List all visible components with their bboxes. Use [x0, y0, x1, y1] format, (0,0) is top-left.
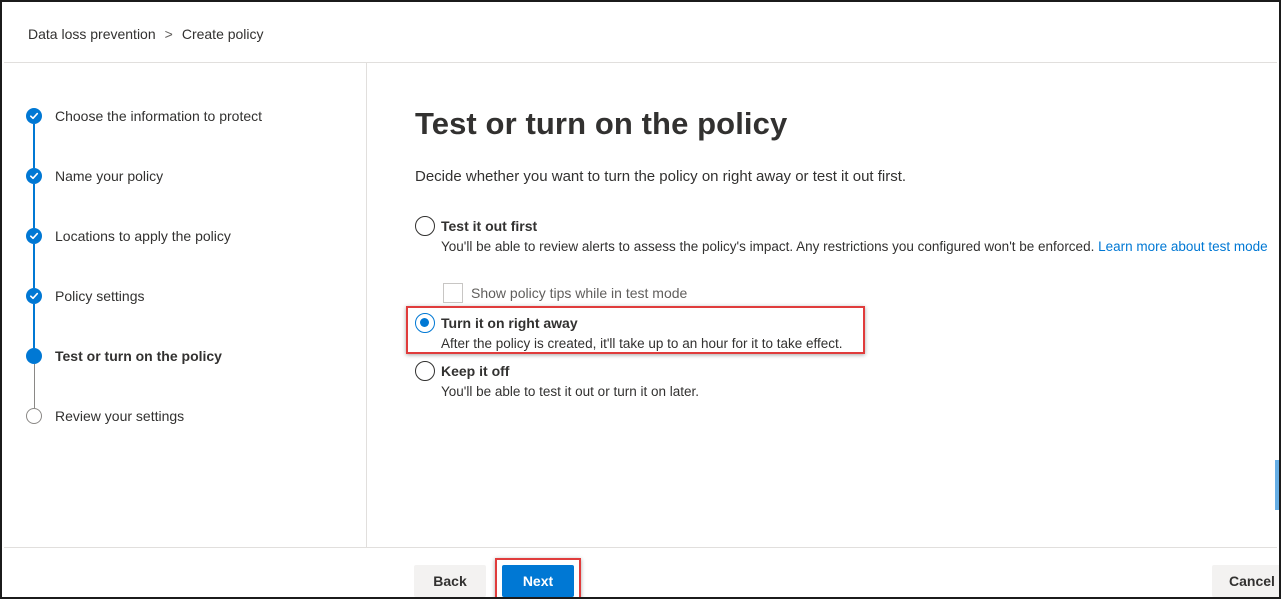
step-connector	[33, 304, 35, 348]
step-policy-settings[interactable]: Policy settings	[26, 286, 144, 306]
option-title: Keep it off	[441, 363, 510, 379]
step-label: Choose the information to protect	[55, 108, 263, 124]
step-label: Policy settings	[55, 288, 145, 304]
radio-keep-it-off[interactable]	[415, 361, 435, 381]
cancel-button[interactable]: Cancel	[1212, 565, 1279, 597]
step-connector	[33, 124, 35, 168]
empty-circle-icon	[26, 408, 42, 424]
sidebar-divider	[366, 63, 367, 547]
header-divider	[4, 62, 1277, 63]
step-connector	[33, 364, 35, 408]
step-locations[interactable]: Locations to apply the policy	[26, 226, 231, 246]
breadcrumb: Data loss prevention > Create policy	[28, 24, 264, 44]
create-policy-window: Data loss prevention > Create policy Cho…	[0, 0, 1281, 599]
radio-turn-on-right-away[interactable]	[415, 313, 435, 333]
learn-more-test-mode-link[interactable]: Learn more about test mode	[1098, 239, 1268, 254]
radio-test-it-out-first[interactable]	[415, 216, 435, 236]
chevron-right-icon: >	[164, 26, 173, 42]
step-connector	[33, 184, 35, 228]
back-button[interactable]: Back	[414, 565, 486, 597]
step-label: Name your policy	[55, 168, 164, 184]
option-description: You'll be able to test it out or turn it…	[441, 384, 699, 399]
next-button[interactable]: Next	[502, 565, 574, 597]
page-description: Decide whether you want to turn the poli…	[415, 168, 907, 185]
breadcrumb-item-dlp[interactable]: Data loss prevention	[28, 26, 156, 42]
checkmark-circle-icon	[26, 108, 42, 124]
option-keep-it-off[interactable]: Keep it off You'll be able to test it ou…	[415, 361, 865, 401]
option-description: After the policy is created, it'll take …	[441, 336, 843, 351]
option-title: Turn it on right away	[441, 315, 578, 331]
test-mode-policy-tips-row[interactable]: Show policy tips while in test mode	[443, 283, 687, 303]
option-title: Test it out first	[441, 218, 538, 234]
option-turn-on-right-away[interactable]: Turn it on right away After the policy i…	[415, 313, 865, 353]
step-choose-information[interactable]: Choose the information to protect	[26, 106, 262, 126]
checkmark-circle-icon	[26, 168, 42, 184]
option-description-text: You'll be able to review alerts to asses…	[441, 239, 1095, 254]
checkmark-circle-icon	[26, 288, 42, 304]
checkbox-label: Show policy tips while in test mode	[471, 285, 688, 301]
filled-circle-icon	[26, 348, 42, 364]
step-connector	[33, 244, 35, 288]
checkmark-circle-icon	[26, 228, 42, 244]
breadcrumb-item-create-policy: Create policy	[181, 26, 264, 42]
step-label: Review your settings	[55, 408, 185, 424]
option-description: You'll be able to review alerts to asses…	[441, 237, 1271, 256]
policy-tips-checkbox[interactable]	[443, 283, 463, 303]
step-test-or-turn-on[interactable]: Test or turn on the policy	[26, 346, 222, 366]
footer-divider	[4, 547, 1277, 548]
option-test-it-out-first[interactable]: Test it out first You'll be able to revi…	[415, 216, 1268, 276]
step-review-settings: Review your settings	[26, 406, 184, 426]
page-title: Test or turn on the policy	[415, 106, 788, 141]
step-name-policy[interactable]: Name your policy	[26, 166, 163, 186]
step-label: Locations to apply the policy	[55, 228, 231, 244]
scrollbar-thumb[interactable]	[1275, 460, 1279, 510]
step-label: Test or turn on the policy	[55, 348, 222, 364]
